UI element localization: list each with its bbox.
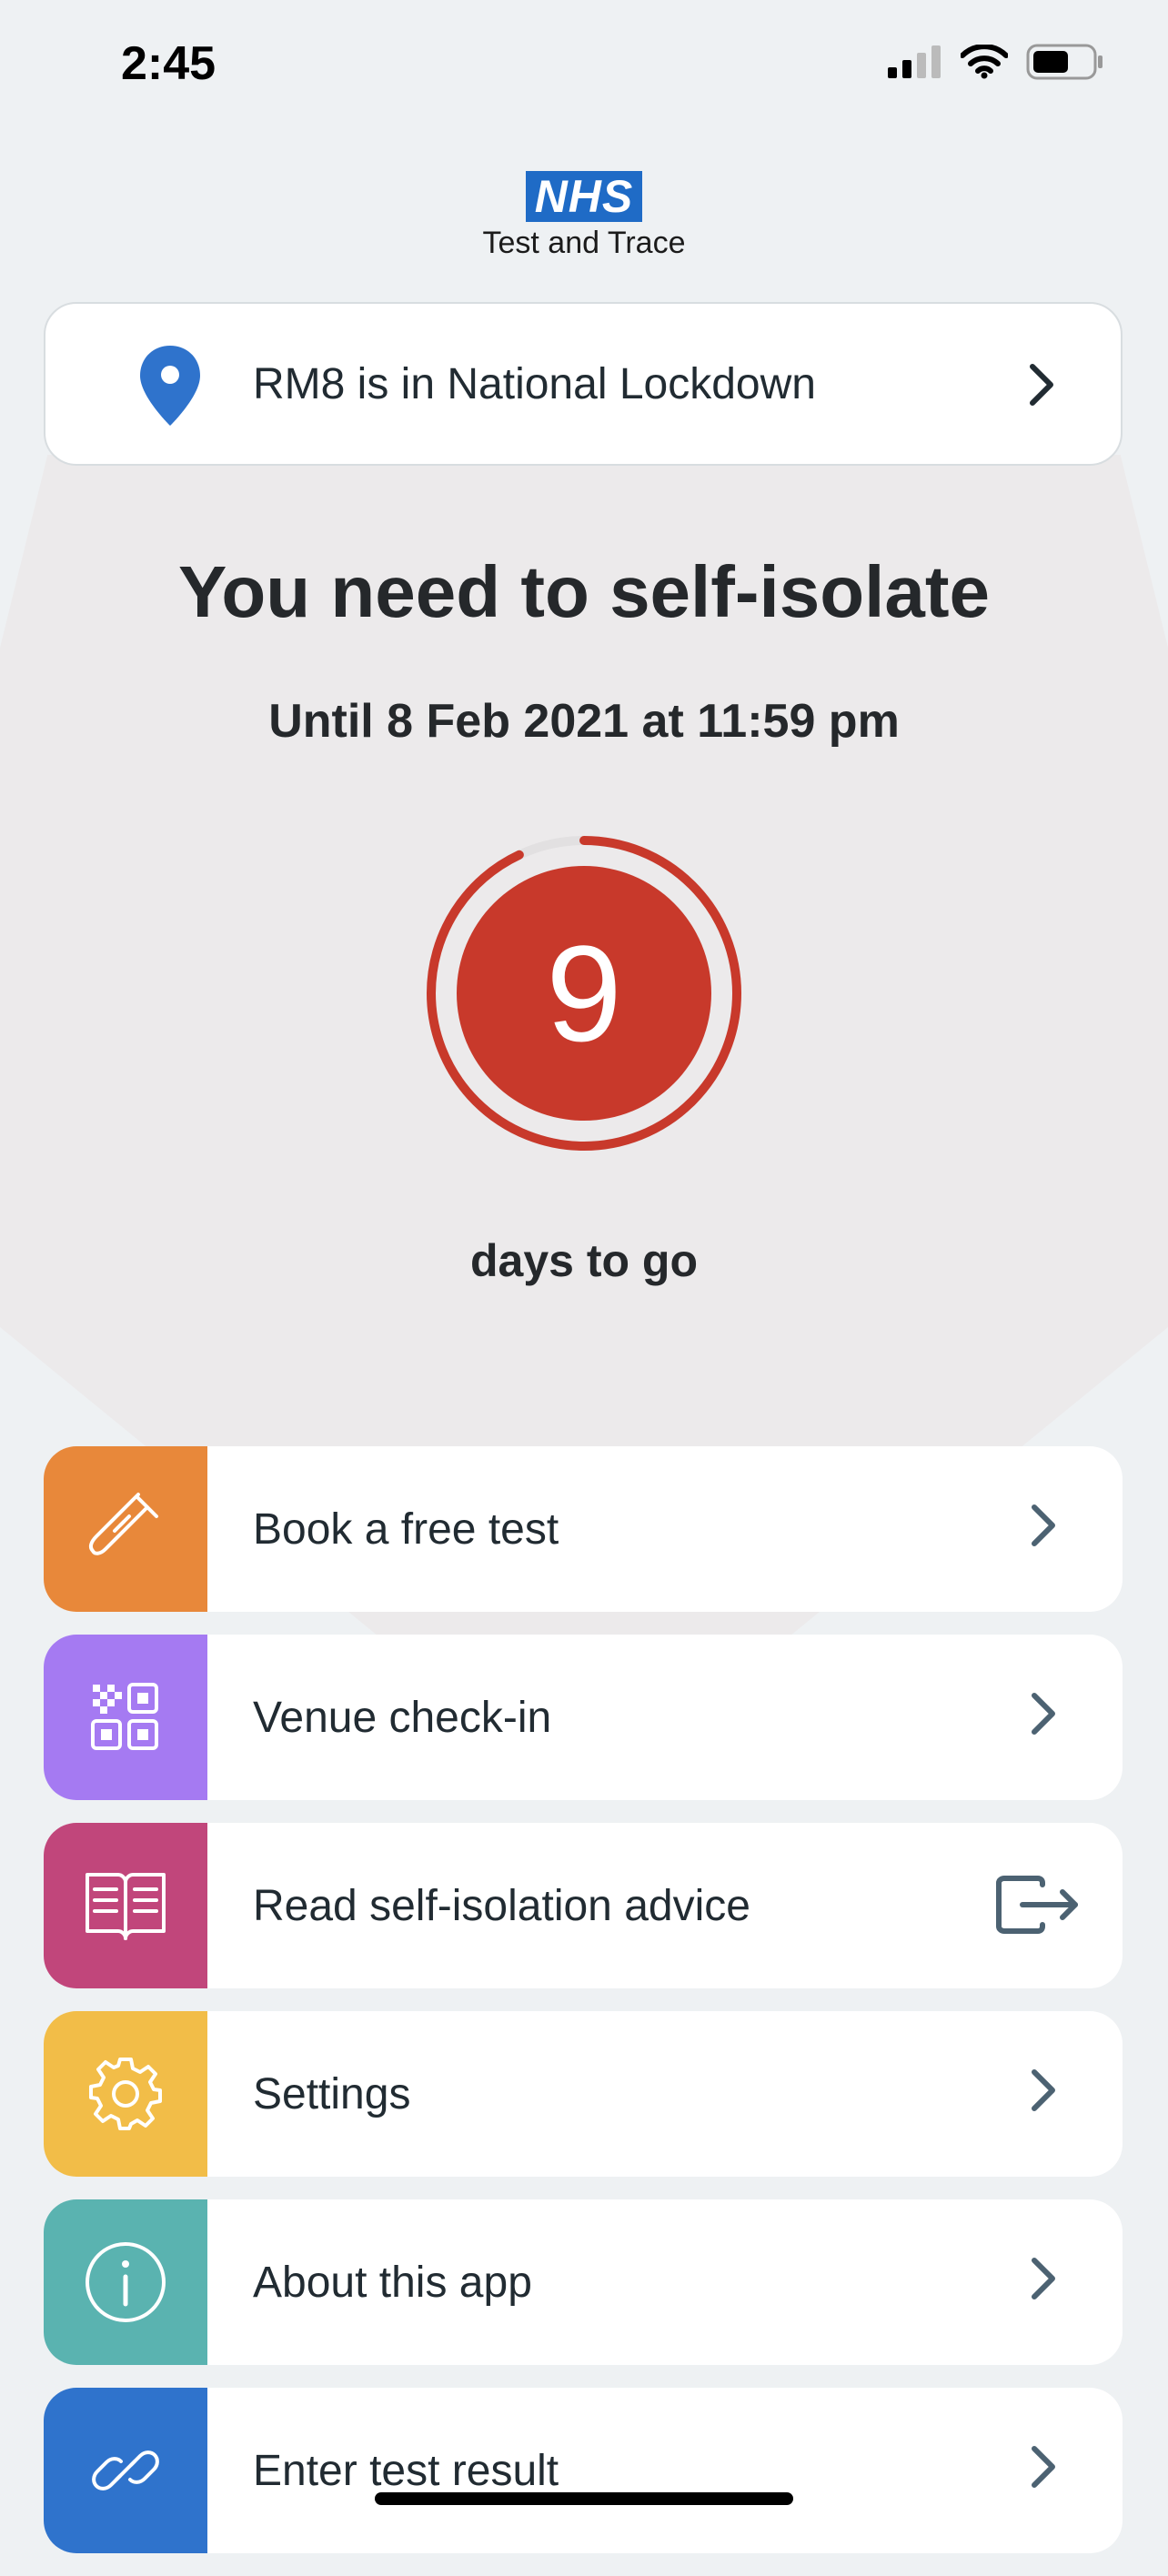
logo-subtitle: Test and Trace (482, 226, 686, 260)
status-time: 2:45 (121, 37, 216, 90)
local-area-banner[interactable]: RM8 is in National Lockdown (44, 302, 1123, 466)
isolation-until: Until 8 Feb 2021 at 11:59 pm (268, 695, 900, 748)
book-icon (86, 1873, 166, 1940)
days-to-go-label: days to go (469, 1235, 699, 1286)
menu-about-app[interactable]: About this app (44, 2199, 1123, 2365)
isolation-title: You need to self-isolate (178, 551, 990, 632)
menu-label: Read self-isolation advice (253, 1881, 750, 1930)
menu-venue-check-in[interactable]: Venue check-in (44, 1635, 1123, 1800)
home-menu: Book a free test Venue check-in Read sel… (44, 1446, 1123, 2576)
chevron-right-icon (1032, 1504, 1055, 1546)
menu-book-test[interactable]: Book a free test (44, 1446, 1123, 1612)
menu-icon-tile (44, 2199, 207, 2365)
chevron-right-icon (1032, 2258, 1055, 2299)
wifi-icon (961, 45, 1008, 79)
gear-icon (89, 2058, 162, 2130)
menu-enter-test-result[interactable]: Enter test result (44, 2388, 1123, 2553)
menu-icon-tile (44, 1446, 207, 1612)
info-icon (86, 2242, 166, 2322)
test-tube-icon (88, 1493, 158, 1555)
nhs-logo: NHS (525, 171, 643, 222)
menu-icon-tile (44, 2388, 207, 2553)
signal-icon (888, 45, 941, 78)
menu-label: Venue check-in (253, 1693, 552, 1742)
area-banner-text: RM8 is in National Lockdown (253, 359, 816, 408)
chevron-right-icon (1030, 364, 1053, 406)
menu-label: Book a free test (253, 1504, 559, 1554)
menu-label: About this app (253, 2258, 532, 2307)
menu-isolation-advice[interactable]: Read self-isolation advice (44, 1823, 1123, 1988)
menu-icon-tile (44, 1635, 207, 1800)
home-indicator[interactable] (375, 2492, 793, 2505)
battery-icon (1026, 44, 1103, 80)
location-pin-icon (140, 346, 200, 426)
countdown-ring: 9 (420, 830, 748, 1157)
qr-code-icon (91, 1683, 158, 1750)
nhs-header: NHS Test and Trace (0, 171, 1168, 261)
link-icon (92, 2450, 159, 2490)
days-remaining: 9 (546, 916, 622, 1070)
status-bar: 2:45 (0, 0, 1168, 127)
menu-icon-tile (44, 2011, 207, 2177)
menu-label: Settings (253, 2069, 411, 2118)
menu-label: Enter test result (253, 2446, 559, 2495)
chevron-right-icon (1032, 1693, 1055, 1735)
menu-settings[interactable]: Settings (44, 2011, 1123, 2177)
status-icons (888, 44, 1104, 80)
chevron-right-icon (1032, 2446, 1055, 2488)
menu-icon-tile (44, 1823, 207, 1988)
chevron-right-icon (1032, 2069, 1055, 2111)
external-link-icon (996, 1876, 1078, 1934)
